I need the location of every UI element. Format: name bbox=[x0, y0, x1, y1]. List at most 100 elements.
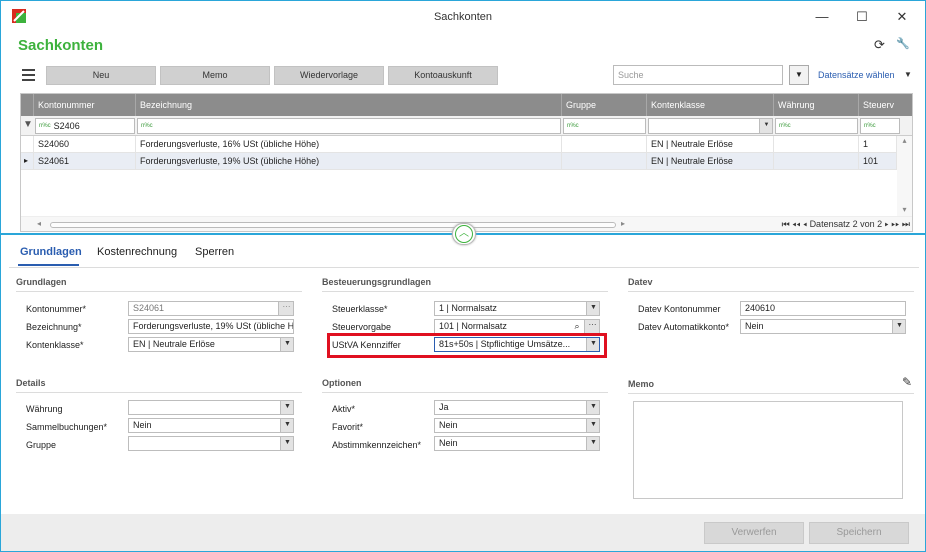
tab-grundlagen[interactable]: Grundlagen bbox=[20, 246, 82, 258]
favorit-select[interactable]: Nein ▼ bbox=[434, 418, 600, 433]
settings-wrench-icon[interactable]: 🔧 bbox=[896, 37, 910, 50]
sammelbuchungen-select[interactable]: Nein ▼ bbox=[128, 418, 294, 433]
prev-record-icon[interactable]: ◂ bbox=[803, 219, 807, 229]
table-row[interactable]: S24060 Forderungsverluste, 16% USt (übli… bbox=[21, 136, 897, 153]
column-header-waehrung[interactable]: Währung bbox=[774, 94, 859, 116]
scroll-left-icon[interactable]: ◂ bbox=[37, 219, 41, 228]
ellipsis-button[interactable]: ··· bbox=[584, 320, 599, 333]
filter-steuer-input[interactable]: n%c bbox=[860, 118, 900, 134]
window-title: Sachkonten bbox=[433, 11, 493, 23]
chevron-down-icon[interactable]: ▼ bbox=[280, 437, 293, 450]
kontenklasse-select[interactable]: EN | Neutrale Erlöse ▼ bbox=[128, 337, 294, 352]
close-button[interactable]: ✕ bbox=[887, 7, 917, 27]
row-marker-header bbox=[21, 94, 34, 116]
filter-bezeichnung-input[interactable]: n%c bbox=[137, 118, 561, 134]
filter-row: ▼ n%c S2406 n%c n%c ▼ n%c n%c bbox=[21, 116, 912, 136]
tab-divider bbox=[9, 267, 919, 268]
waehrung-select[interactable]: ▼ bbox=[128, 400, 294, 415]
section-title-besteuerung: Besteuerungsgrundlagen bbox=[322, 277, 432, 287]
grid-header: Kontonummer Bezeichnung Gruppe Kontenkla… bbox=[21, 94, 912, 116]
ellipsis-button[interactable]: ··· bbox=[278, 302, 293, 315]
filter-gruppe-input[interactable]: n%c bbox=[563, 118, 646, 134]
chevron-down-icon[interactable]: ▼ bbox=[892, 320, 905, 333]
search-input[interactable]: Suche bbox=[613, 65, 783, 85]
tab-sperren[interactable]: Sperren bbox=[195, 246, 234, 258]
favorit-label: Favorit* bbox=[332, 422, 364, 432]
search-dropdown-button[interactable]: ▼ bbox=[789, 65, 809, 85]
scroll-down-icon[interactable]: ▾ bbox=[897, 205, 912, 214]
title-bar: Sachkonten — ☐ ✕ bbox=[1, 1, 925, 33]
section-divider bbox=[628, 291, 914, 292]
aktiv-select[interactable]: Ja ▼ bbox=[434, 400, 600, 415]
steuerklasse-select[interactable]: 1 | Normalsatz ▼ bbox=[434, 301, 600, 316]
gruppe-select[interactable]: ▼ bbox=[128, 436, 294, 451]
vertical-scrollbar[interactable]: ▴ ▾ bbox=[897, 136, 912, 216]
wiedervorlage-button[interactable]: Wiedervorlage bbox=[274, 66, 384, 85]
chevron-down-icon[interactable]: ▼ bbox=[586, 401, 599, 414]
prev-page-icon[interactable]: ◂◂ bbox=[792, 219, 800, 229]
menu-icon[interactable] bbox=[22, 69, 35, 81]
section-title-memo: Memo bbox=[628, 379, 655, 389]
datev-automatikkonto-select[interactable]: Nein ▼ bbox=[740, 319, 906, 334]
cell-waehrung bbox=[774, 153, 859, 170]
datev-kontonummer-field[interactable]: 240610 bbox=[740, 301, 906, 316]
active-tab-indicator bbox=[18, 264, 79, 266]
memo-textarea[interactable] bbox=[633, 401, 903, 499]
next-record-icon[interactable]: ▸ bbox=[885, 219, 889, 229]
column-header-kontenklasse[interactable]: Kontenklasse bbox=[647, 94, 774, 116]
section-title-details: Details bbox=[16, 378, 46, 388]
discard-button[interactable]: Verwerfen bbox=[704, 522, 804, 544]
chevron-down-icon[interactable]: ▼ bbox=[280, 401, 293, 414]
column-header-bezeichnung[interactable]: Bezeichnung bbox=[136, 94, 562, 116]
minimize-button[interactable]: — bbox=[807, 7, 837, 27]
last-record-icon[interactable]: ⏭ bbox=[902, 219, 910, 229]
accounts-grid: Kontonummer Bezeichnung Gruppe Kontenkla… bbox=[20, 93, 913, 232]
memo-button[interactable]: Memo bbox=[160, 66, 270, 85]
filter-kontenklasse-select[interactable]: ▼ bbox=[648, 118, 773, 134]
next-page-icon[interactable]: ▸▸ bbox=[891, 219, 899, 229]
save-button[interactable]: Speichern bbox=[809, 522, 909, 544]
kontonummer-field[interactable]: S24061 ··· bbox=[128, 301, 294, 316]
kontonummer-label: Kontonummer* bbox=[26, 304, 87, 314]
select-records-link[interactable]: Datensätze wählen bbox=[818, 70, 895, 80]
chevron-down-icon[interactable]: ▼ bbox=[280, 419, 293, 432]
page-title: Sachkonten bbox=[18, 37, 104, 54]
scroll-thumb[interactable] bbox=[50, 222, 616, 228]
column-header-gruppe[interactable]: Gruppe bbox=[562, 94, 647, 116]
chevron-down-icon[interactable]: ▼ bbox=[280, 338, 293, 351]
first-record-icon[interactable]: ⏮ bbox=[782, 219, 790, 229]
refresh-icon[interactable]: ⟳ bbox=[874, 37, 885, 53]
kontoauskunft-button[interactable]: Kontoauskunft bbox=[388, 66, 498, 85]
filter-waehrung-input[interactable]: n%c bbox=[775, 118, 858, 134]
highlight-annotation bbox=[327, 333, 607, 358]
cell-kontonummer: S24060 bbox=[34, 136, 136, 153]
steuervorgabe-label: Steuervorgabe bbox=[332, 322, 392, 332]
row-marker: ▸ bbox=[21, 153, 34, 170]
filter-kontonummer-input[interactable]: n%c S2406 bbox=[35, 118, 135, 134]
maximize-button[interactable]: ☐ bbox=[847, 7, 877, 27]
cell-gruppe bbox=[562, 136, 647, 153]
chevron-down-icon[interactable]: ▼ bbox=[759, 119, 772, 133]
chevron-down-icon[interactable]: ▼ bbox=[586, 302, 599, 315]
search-icon[interactable]: ⌕ bbox=[570, 320, 584, 333]
edit-pencil-icon[interactable]: ✎ bbox=[902, 375, 912, 389]
new-button[interactable]: Neu bbox=[46, 66, 156, 85]
datev-automatikkonto-label: Datev Automatikkonto* bbox=[638, 322, 730, 332]
abstimmkennzeichen-select[interactable]: Nein ▼ bbox=[434, 436, 600, 451]
table-row-selected[interactable]: ▸ S24061 Forderungsverluste, 19% USt (üb… bbox=[21, 153, 897, 170]
scroll-up-icon[interactable]: ▴ bbox=[897, 136, 912, 145]
scroll-right-icon[interactable]: ▸ bbox=[621, 219, 625, 228]
application-window: Sachkonten — ☐ ✕ Sachkonten ⟳ 🔧 Neu Memo… bbox=[0, 0, 926, 552]
collapse-panel-button[interactable]: ︿ bbox=[452, 223, 476, 245]
chevron-down-icon[interactable]: ▼ bbox=[904, 70, 912, 79]
filter-funnel-icon[interactable]: ▼ bbox=[23, 119, 33, 130]
toolbar: Neu Memo Wiedervorlage Kontoauskunft Suc… bbox=[16, 64, 912, 88]
steuervorgabe-field[interactable]: 101 | Normalsatz ⌕ ··· bbox=[434, 319, 600, 334]
chevron-down-icon[interactable]: ▼ bbox=[586, 437, 599, 450]
chevron-down-icon[interactable]: ▼ bbox=[586, 419, 599, 432]
tab-kostenrechnung[interactable]: Kostenrechnung bbox=[97, 246, 177, 258]
bezeichnung-field[interactable]: Forderungsverluste, 19% USt (übliche Höh… bbox=[128, 319, 294, 334]
column-header-kontonummer[interactable]: Kontonummer bbox=[34, 94, 136, 116]
column-header-steuervorgabe[interactable]: Steuerv bbox=[859, 94, 912, 116]
record-position: Datensatz 2 von 2 bbox=[809, 219, 883, 229]
